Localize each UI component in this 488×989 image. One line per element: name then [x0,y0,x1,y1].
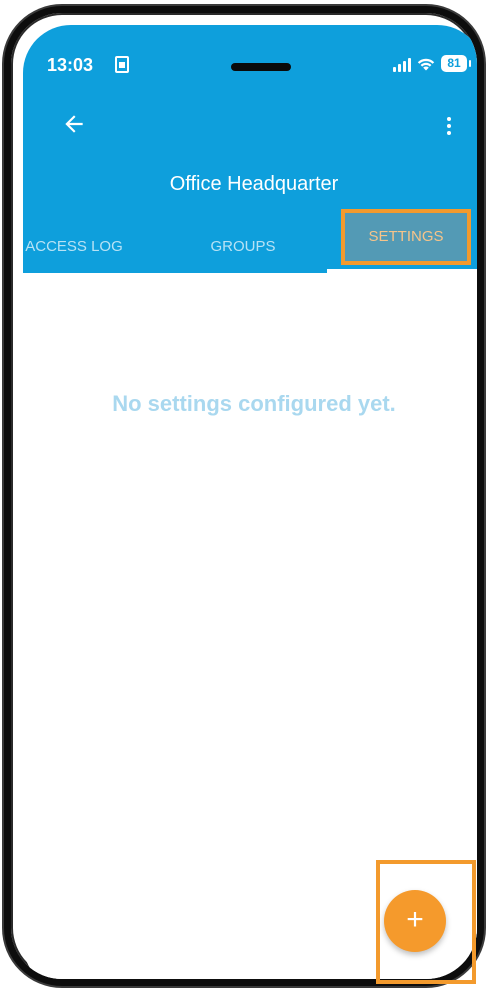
empty-state-message: No settings configured yet. [112,391,396,416]
dynamic-island [231,63,291,71]
status-icons: 81 [393,55,471,72]
battery-icon: 81 [441,55,471,72]
back-arrow-icon[interactable] [59,111,89,141]
tab-groups[interactable]: GROUPS [173,225,313,273]
tab-settings[interactable]: SETTINGS [341,209,471,265]
add-fab-button[interactable]: + [384,890,446,952]
wifi-icon [417,58,435,70]
more-vert-icon[interactable] [439,111,459,141]
home-indicator [171,979,331,985]
status-time: 13:03 [47,55,94,75]
sim-icon [115,56,129,73]
app-bar: 13:03 81 Office Headquarter ACCESS LOG G… [23,25,477,273]
phone-frame: 13:03 81 Office Headquarter ACCESS LOG G… [4,6,484,986]
screen: 13:03 81 Office Headquarter ACCESS LOG G… [23,25,477,979]
page-title: Office Headquarter [169,173,339,195]
tab-access-log[interactable]: ACCESS LOG [23,225,139,273]
tab-settings-label: SETTINGS [368,228,444,245]
signal-icon [393,56,411,72]
